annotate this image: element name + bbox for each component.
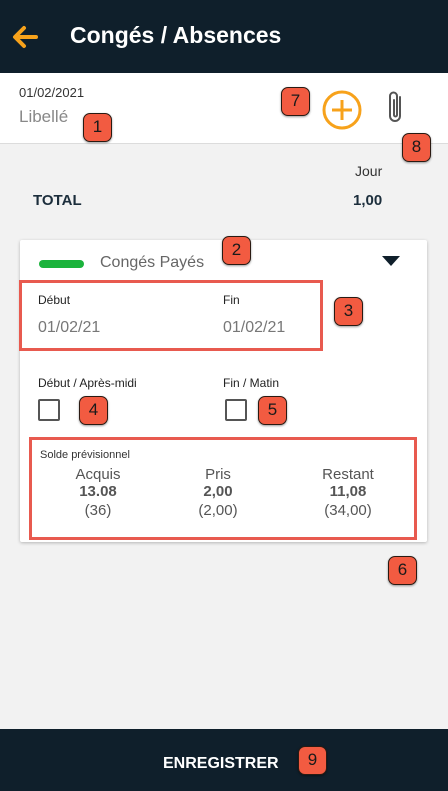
arrow-left-icon[interactable] [10,22,40,52]
footer-bar: ENREGISTRER [0,729,448,791]
label-field[interactable]: Libellé [19,107,68,127]
start-afternoon-checkbox[interactable] [38,399,60,421]
plus-circle-icon[interactable] [320,88,364,132]
app-header: Congés / Absences [0,0,448,73]
day-column-header: Jour [355,163,383,179]
highlight-solde [29,437,417,540]
end-option-label: Fin / Matin [223,376,280,390]
entry-bar: 01/02/2021 Libellé [0,73,448,144]
callout-badge: 7 [281,87,310,116]
callout-badge: 2 [222,236,251,265]
total-label: TOTAL [33,192,82,209]
end-morning-checkbox[interactable] [225,399,247,421]
caret-down-icon[interactable] [380,252,402,270]
callout-badge: 1 [83,113,112,142]
callout-badge: 4 [79,396,108,425]
entry-date: 01/02/2021 [19,85,85,100]
callout-badge: 6 [388,556,417,585]
callout-badge: 8 [402,133,431,162]
leave-type-color [39,260,84,268]
callout-badge: 5 [258,396,287,425]
callout-badge: 9 [298,746,327,775]
save-button-label: ENREGISTRER [163,755,279,772]
start-option-label: Début / Après-midi [38,376,137,390]
total-value: 1,00 [353,192,383,209]
page-title: Congés / Absences [70,22,282,48]
paperclip-icon[interactable] [385,88,407,128]
leave-type[interactable]: Congés Payés [100,254,204,272]
highlight-dates [19,280,323,351]
save-button[interactable]: ENREGISTRER [0,729,448,791]
callout-badge: 3 [334,297,363,326]
